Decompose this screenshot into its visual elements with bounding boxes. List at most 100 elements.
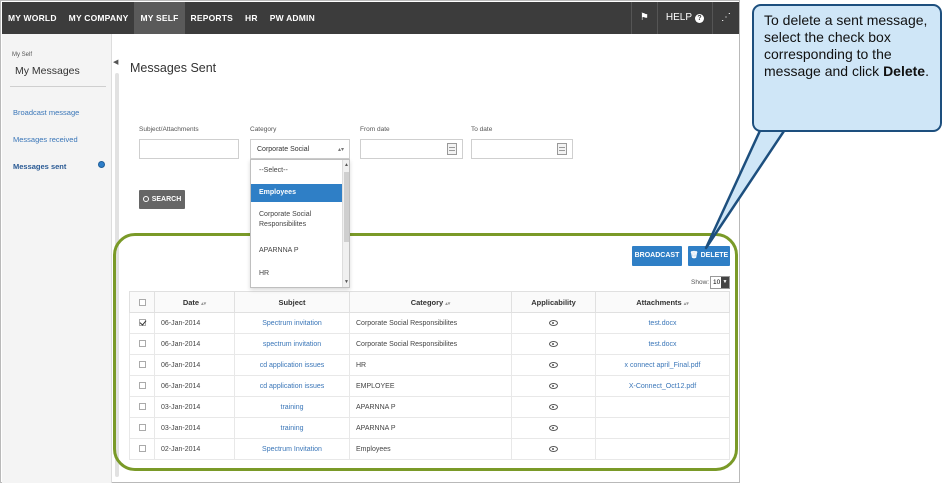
table-header-row: Date ▴▾ Subject Category ▴▾ Applicability … [129,291,730,313]
search-icon [142,196,149,202]
row-checkbox[interactable] [138,361,146,369]
row-checkbox-cell [129,438,155,460]
nav-my-company[interactable]: MY COMPANY [63,2,135,34]
nav-hr[interactable]: HR [239,2,264,34]
sidebar-item-broadcast-message[interactable]: Broadcast message [13,108,79,117]
eye-icon[interactable] [549,403,558,410]
category-select[interactable]: Corporate Social ▴▾ [250,139,350,159]
subject-label: Subject/Attachments [139,126,199,133]
subject-link[interactable]: Spectrum Invitation [234,438,350,460]
date-cell: 06-Jan-2014 [154,375,235,397]
applicability-cell [511,375,596,397]
dropdown-option[interactable]: --Select-- [251,164,343,178]
date-cell: 03-Jan-2014 [154,417,235,439]
row-checkbox[interactable] [138,403,146,411]
column-header-label: Attachments [636,297,682,307]
help-button[interactable]: HELP ? [656,2,712,34]
dropdown-option-selected[interactable]: Employees [251,184,343,202]
attachment-link[interactable] [595,438,730,460]
messages-table: Date ▴▾ Subject Category ▴▾ Applicability … [129,291,730,460]
callout-pointer [704,120,792,250]
sidebar-section-label: My Self [12,52,33,58]
instruction-callout: To delete a sent message, select the che… [752,4,942,132]
from-date-input[interactable] [360,139,463,159]
category-label: Category [250,126,277,133]
sidebar-item-messages-sent[interactable]: Messages sent [13,162,66,171]
select-all-checkbox[interactable] [138,299,146,307]
nav-reports[interactable]: REPORTS [185,2,240,34]
attachment-link[interactable]: X-Connect_Oct12.pdf [595,375,730,397]
eye-icon[interactable] [549,319,558,326]
eye-icon[interactable] [549,382,558,389]
subject-link[interactable]: cd application issues [234,375,350,397]
row-checkbox[interactable] [138,424,146,432]
column-header-category[interactable]: Category ▴▾ [349,291,512,313]
applicability-cell [511,417,596,439]
table-row: 06-Jan-2014 cd application issues EMPLOY… [129,375,730,397]
eye-icon[interactable] [549,424,558,431]
column-header-attachments[interactable]: Attachments ▴▾ [595,291,730,313]
subject-link[interactable]: training [234,396,350,418]
sidebar: My Self My Messages Broadcast message Me… [2,34,112,483]
subject-link[interactable]: cd application issues [234,354,350,376]
applicability-cell [511,333,596,355]
collapse-sidebar-icon[interactable]: ◀ [113,56,120,70]
dropdown-option[interactable]: Corporate Social Responsibilites [251,210,343,230]
table-row: 06-Jan-2014 Spectrum invitation Corporat… [129,312,730,334]
to-date-label: To date [471,126,493,133]
category-cell: APARNNA P [349,417,512,439]
sort-icon: ▴▾ [201,300,207,307]
category-dropdown-list: --Select-- Employees Corporate Social Re… [250,159,350,288]
attachment-link[interactable]: x connect april_Final.pdf [595,354,730,376]
app-frame: MY WORLD MY COMPANY MY SELF REPORTS HR P… [0,0,740,483]
eye-icon[interactable] [549,445,558,452]
calendar-icon[interactable] [447,143,457,155]
row-checkbox-cell [129,375,155,397]
row-checkbox-cell [129,396,155,418]
attachment-link[interactable]: test.docx [595,312,730,334]
nav-pw-admin[interactable]: PW ADMIN [264,2,321,34]
dropdown-scroll-thumb[interactable] [344,172,349,242]
subject-link[interactable]: training [234,417,350,439]
table-row: 03-Jan-2014 training APARNNA P [129,417,730,439]
scroll-up-icon[interactable]: ▲ [344,162,349,168]
scroll-down-icon[interactable]: ▼ [344,279,349,285]
column-header-label: Date [182,297,200,307]
nav-my-self[interactable]: MY SELF [134,2,185,34]
sidebar-divider [10,86,106,87]
category-select-value: Corporate Social [257,146,310,153]
share-icon[interactable]: ⋰ [712,2,739,34]
row-checkbox[interactable] [138,382,146,390]
broadcast-button[interactable]: BROADCAST [632,246,682,266]
subject-link[interactable]: Spectrum invitation [234,312,350,334]
column-header-applicability: Applicability [511,291,596,313]
show-label: Show: [691,279,710,286]
nav-my-world[interactable]: MY WORLD [2,2,63,34]
eye-icon[interactable] [549,361,558,368]
help-label: HELP [665,12,692,23]
attachment-link[interactable] [595,417,730,439]
dropdown-option[interactable]: HR [251,268,343,280]
row-checkbox[interactable] [138,319,146,327]
search-button[interactable]: SEARCH [139,190,185,209]
date-cell: 06-Jan-2014 [154,312,235,334]
row-checkbox[interactable] [138,340,146,348]
attachment-link[interactable] [595,396,730,418]
sidebar-scrollbar[interactable] [115,73,119,477]
top-nav-bar: MY WORLD MY COMPANY MY SELF REPORTS HR P… [2,2,739,34]
sidebar-item-messages-received[interactable]: Messages received [13,135,78,144]
dropdown-scrollbar[interactable]: ▲ ▼ [342,160,349,287]
to-date-input[interactable] [471,139,573,159]
subject-link[interactable]: spectrum invitation [234,333,350,355]
calendar-icon[interactable] [557,143,567,155]
row-checkbox[interactable] [138,445,146,453]
flag-icon[interactable]: ⚑ [630,2,657,34]
table-body: 06-Jan-2014 Spectrum invitation Corporat… [129,312,730,460]
subject-input[interactable] [139,139,239,159]
attachment-link[interactable]: test.docx [595,333,730,355]
date-cell: 03-Jan-2014 [154,396,235,418]
eye-icon[interactable] [549,340,558,347]
column-header-date[interactable]: Date ▴▾ [154,291,235,313]
dropdown-option[interactable]: APARNNA P [251,245,343,257]
page-size-select[interactable]: 10 ▼ [710,276,730,289]
